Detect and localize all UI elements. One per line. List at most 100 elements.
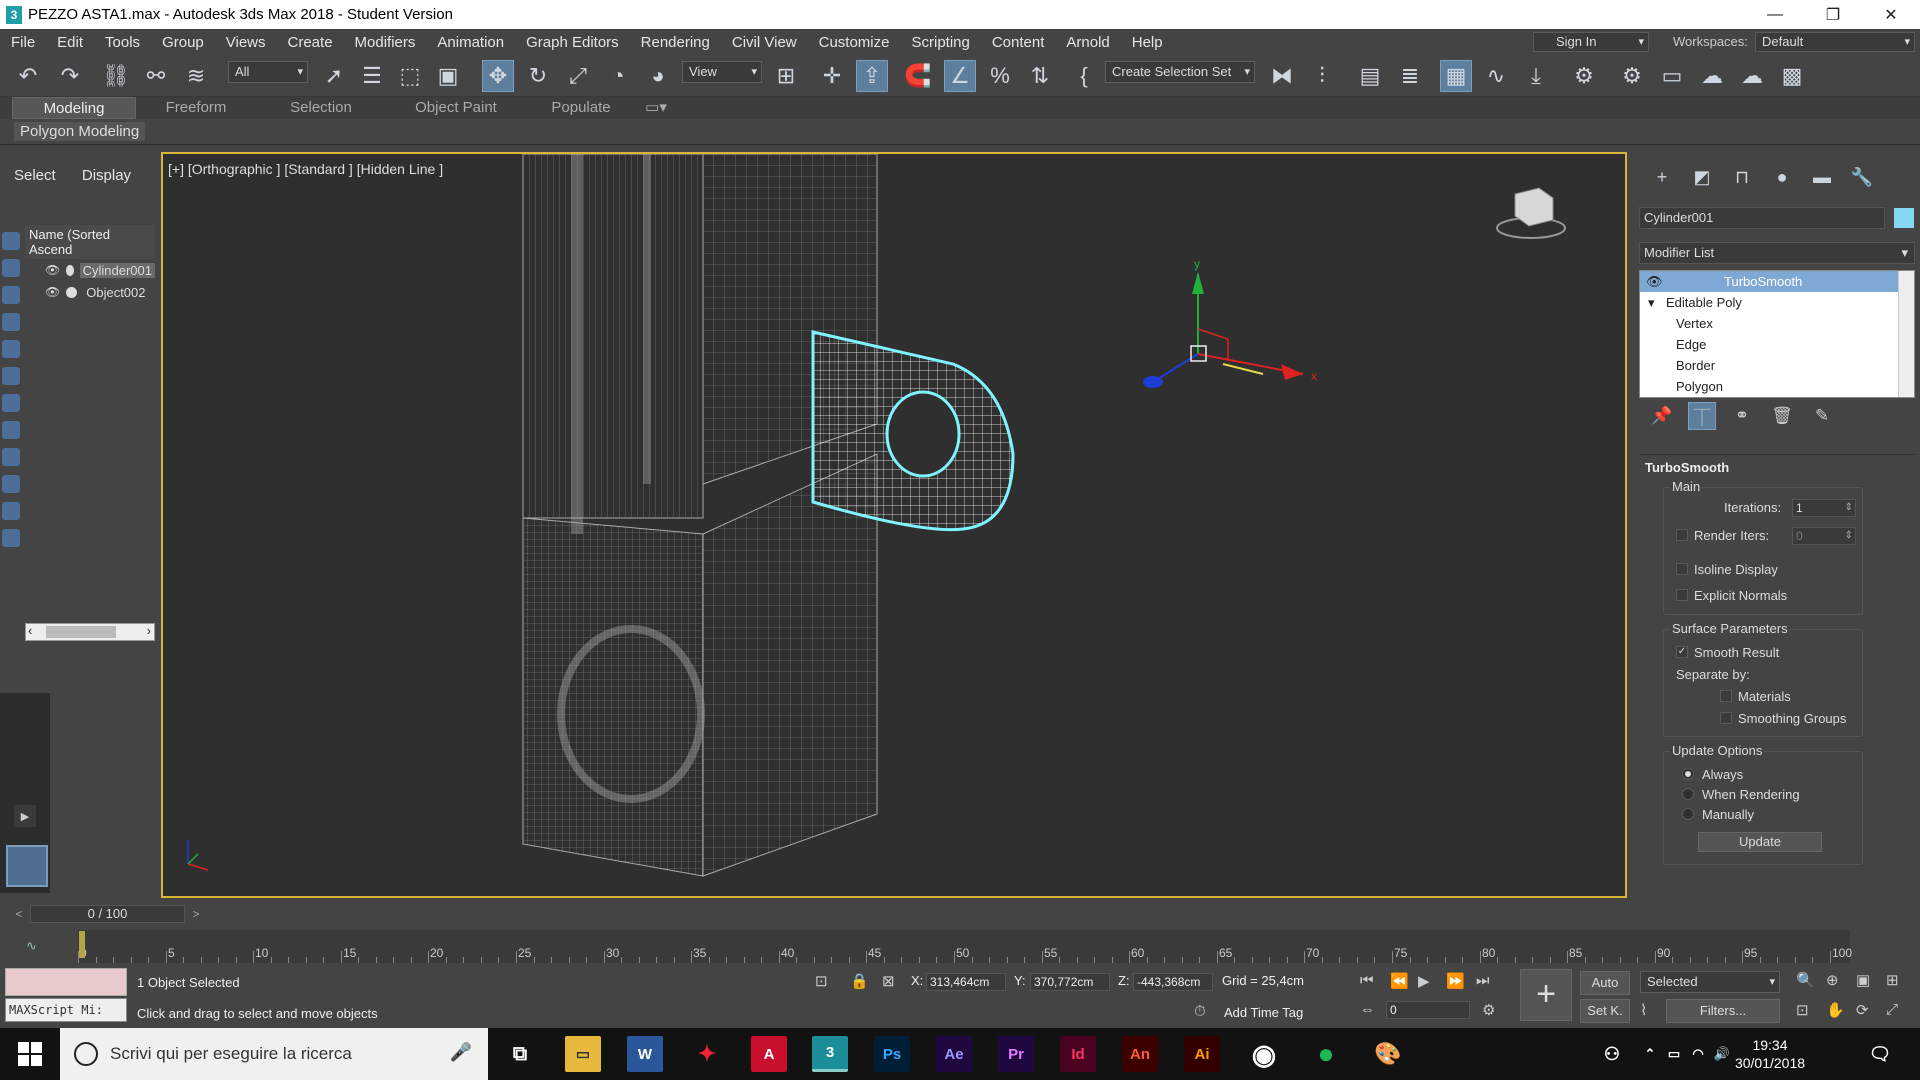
acrobat-app-icon[interactable]: ✦ — [689, 1036, 725, 1072]
photoshop-app-icon[interactable]: Ps — [874, 1036, 910, 1072]
edit-named-selection-icon[interactable]: { — [1068, 60, 1100, 92]
utilities-tab-icon[interactable]: 🔧 — [1842, 164, 1882, 190]
display-hidden-icon[interactable] — [2, 529, 20, 547]
material-editor-icon[interactable]: ⚙ — [1568, 60, 1600, 92]
word-app-icon[interactable]: W — [627, 1036, 663, 1072]
manually-radio[interactable] — [1682, 808, 1694, 820]
select-move-icon[interactable]: ✥ — [482, 60, 514, 92]
battery-icon[interactable]: ▭ — [1664, 1036, 1684, 1072]
stack-scrollbar[interactable] — [1898, 271, 1914, 397]
select-scale-icon[interactable]: ⤢ — [562, 60, 594, 92]
object-color-swatch[interactable] — [1894, 208, 1914, 228]
animate-app-icon[interactable]: An — [1122, 1036, 1158, 1072]
x-coord-field[interactable]: 313,464cm — [926, 973, 1006, 991]
previous-frame-icon[interactable]: ⏪ — [1390, 972, 1409, 990]
zoom-icon[interactable]: 🔍 — [1796, 971, 1815, 989]
tab-selection[interactable]: Selection — [256, 97, 386, 119]
isoline-checkbox[interactable] — [1676, 563, 1688, 575]
scene-explorer-scrollbar[interactable]: ‹ › — [25, 623, 155, 641]
display-shapes-icon[interactable] — [2, 259, 20, 277]
scroll-thumb[interactable] — [46, 626, 116, 638]
spinner-snap-icon[interactable]: ⇅ — [1024, 60, 1056, 92]
menu-edit[interactable]: Edit — [46, 34, 94, 51]
scene-explorer-select-menu[interactable]: Select — [14, 167, 56, 184]
taskbar-clock[interactable]: 19:34 30/01/2018 — [1730, 1036, 1810, 1072]
key-mode-icon[interactable]: ⇔ — [1360, 1001, 1375, 1018]
absolute-mode-icon[interactable]: ⊠ — [882, 972, 895, 990]
expand-triangle-icon[interactable]: ▾ — [1648, 292, 1655, 313]
set-key-button[interactable]: Set K. — [1580, 999, 1630, 1023]
zoom-extents-icon[interactable]: ▣ — [1856, 971, 1870, 989]
move-gizmo[interactable]: y x — [1143, 257, 1317, 388]
paint-app-icon[interactable]: 🎨 — [1370, 1036, 1406, 1072]
go-to-start-icon[interactable]: ⏮ — [1360, 972, 1374, 989]
place-rotate-icon[interactable]: ◕ — [642, 60, 674, 92]
menu-customize[interactable]: Customize — [808, 34, 901, 51]
close-button[interactable]: ✕ — [1862, 0, 1920, 29]
eye-icon[interactable]: 👁 — [45, 263, 60, 277]
curve-editor-mini-icon[interactable]: ∿ — [26, 938, 37, 954]
maximize-viewport-icon[interactable]: ⤢ — [1886, 1001, 1898, 1018]
volume-icon[interactable]: 🔊 — [1712, 1036, 1732, 1072]
menu-arnold[interactable]: Arnold — [1055, 34, 1120, 51]
render-iters-spinner[interactable]: 0 — [1792, 527, 1856, 545]
display-spacewarps-icon[interactable] — [2, 367, 20, 385]
stack-item-edge[interactable]: Edge — [1640, 334, 1914, 355]
menu-views[interactable]: Views — [215, 34, 277, 51]
time-slider-thumb[interactable]: 0 / 100 — [30, 905, 185, 923]
go-to-end-icon[interactable]: ⏭ — [1476, 972, 1490, 989]
microphone-icon[interactable]: 🎤 — [450, 1042, 472, 1063]
layer-explorer-icon[interactable]: ≣ — [1394, 60, 1426, 92]
selection-lock-icon[interactable]: 🔒 — [850, 972, 869, 990]
autocad-app-icon[interactable]: A — [751, 1036, 787, 1072]
display-helpers-icon[interactable] — [2, 340, 20, 358]
scene-item-label[interactable]: Object002 — [83, 285, 148, 300]
pan-view-icon[interactable]: ✋ — [1826, 1001, 1845, 1019]
display-frozen-icon[interactable] — [2, 502, 20, 520]
configure-modifier-sets-icon[interactable]: ✎ — [1802, 402, 1842, 430]
mirror-icon[interactable]: ⧓ — [1266, 60, 1298, 92]
stack-item-border[interactable]: Border — [1640, 355, 1914, 376]
select-manipulate-icon[interactable]: ✛ — [816, 60, 848, 92]
premiere-app-icon[interactable]: Pr — [998, 1036, 1034, 1072]
spotify-app-icon[interactable]: ● — [1308, 1036, 1344, 1072]
smoothing-groups-checkbox[interactable] — [1720, 712, 1732, 724]
select-rotate-icon[interactable]: ↻ — [522, 60, 554, 92]
track-bar[interactable]: ∿ 05101520253035404550556065707580859095… — [0, 930, 1920, 963]
menu-content[interactable]: Content — [981, 34, 1056, 51]
chrome-app-icon[interactable]: ◉ — [1246, 1036, 1282, 1072]
menu-tools[interactable]: Tools — [94, 34, 151, 51]
time-tag-icon[interactable]: ⏱ — [1194, 1003, 1206, 1020]
key-filter-dropdown[interactable]: Selected — [1640, 971, 1780, 993]
iterations-spinner[interactable]: 1 — [1792, 499, 1856, 517]
display-xrefs-icon[interactable] — [2, 421, 20, 439]
tab-populate[interactable]: Populate — [526, 97, 636, 119]
menu-scripting[interactable]: Scripting — [900, 34, 980, 51]
pivot-center-icon[interactable]: ⊞ — [770, 60, 802, 92]
remove-modifier-icon[interactable]: 🗑 — [1762, 402, 1802, 430]
explicit-normals-checkbox[interactable] — [1676, 589, 1688, 601]
viewcube[interactable] — [1496, 187, 1566, 239]
people-icon[interactable]: ⚇ — [1594, 1036, 1630, 1072]
file-explorer-icon[interactable]: ▭ — [565, 1036, 601, 1072]
select-by-name-icon[interactable]: ☰ — [356, 60, 388, 92]
prev-frame-icon[interactable]: < — [10, 905, 28, 923]
filters-button[interactable]: Filters... — [1666, 999, 1780, 1023]
isolate-selection-icon[interactable]: ⊡ — [815, 972, 828, 990]
wifi-icon[interactable]: ◠ — [1688, 1036, 1708, 1072]
display-lights-icon[interactable] — [2, 286, 20, 304]
next-key-icon[interactable]: ⏩ — [1446, 972, 1465, 990]
bind-space-warp-icon[interactable]: ≋ — [180, 60, 212, 92]
update-button[interactable]: Update — [1698, 832, 1822, 852]
align-icon[interactable]: ⫶ — [1306, 60, 1338, 92]
menu-file[interactable]: File — [0, 34, 46, 51]
unlink-icon[interactable]: ⚯ — [140, 60, 172, 92]
windows-start-icon[interactable] — [18, 1042, 42, 1066]
render-production-icon[interactable]: ☁ — [1696, 60, 1728, 92]
percent-snap-icon[interactable]: % — [984, 60, 1016, 92]
modify-tab-icon[interactable]: ◩ — [1682, 164, 1722, 190]
tray-expand-icon[interactable]: ⌃ — [1640, 1036, 1660, 1072]
make-unique-icon[interactable]: ⚭ — [1722, 402, 1762, 430]
ref-coord-dropdown[interactable]: View — [682, 61, 762, 83]
y-coord-field[interactable]: 370,772cm — [1030, 973, 1110, 991]
